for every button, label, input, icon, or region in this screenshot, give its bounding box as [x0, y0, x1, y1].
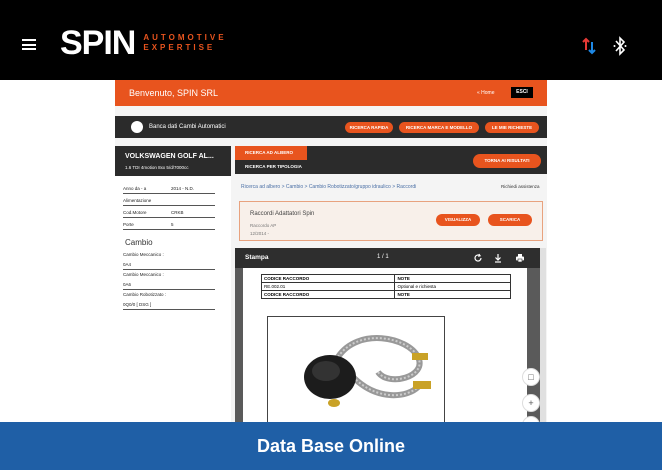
view-button[interactable]: VISUALIZZA: [436, 214, 480, 226]
table-row: CODICE RACCORDO NOTE: [260, 290, 511, 299]
app-top-bar: SPIN AUTOMOTIVE EXPERTISE: [0, 0, 662, 80]
gearbox-label: Cambio Meccanico :: [123, 252, 164, 257]
spec-value: 2014 - N.D.: [171, 186, 195, 191]
zoom-in-button[interactable]: +: [522, 394, 540, 412]
spec-row: Porte 5: [123, 222, 215, 230]
gearbox-label: Cambio Robotizzato :: [123, 292, 167, 297]
table-cell: NOTE: [394, 274, 511, 283]
vehicle-header: VOLKSWAGEN GOLF AL... 1.6 TDI 4motion 8x…: [115, 146, 231, 176]
adapter-part-image: [304, 335, 431, 407]
brand-model-search-button[interactable]: RICERCA MARCA E MODELLO: [399, 122, 479, 133]
vehicle-name: VOLKSWAGEN GOLF AL...: [125, 153, 214, 160]
my-requests-button[interactable]: LE MIE RICHIESTE: [485, 122, 539, 133]
scrollbar[interactable]: [540, 248, 546, 422]
quick-search-button[interactable]: RICERCA RAPIDA: [345, 122, 393, 133]
card-detail: Raccordo AP: [250, 223, 277, 228]
assistance-link[interactable]: Richiedi assistenza: [501, 184, 540, 189]
table-cell: RE.002.01: [260, 282, 396, 291]
spin-logo: SPIN AUTOMOTIVE EXPERTISE: [60, 26, 227, 60]
spec-row: Alimentazione: [123, 198, 215, 206]
bluetooth-icon[interactable]: [613, 36, 627, 56]
breadcrumb[interactable]: Ricerca ad albero > Cambio > Cambio Robo…: [241, 184, 416, 190]
table-row: CODICE RACCORDO NOTE: [260, 274, 511, 283]
viewer-page-indicator: 1 / 1: [377, 254, 389, 260]
footer-label: Data Base Online: [256, 436, 406, 456]
gearbox-heading: Cambio: [125, 238, 153, 247]
table-cell: CODICE RACCORDO: [260, 290, 396, 299]
spec-label: Cod.Motore: [123, 210, 147, 215]
web-app: Benvenuto, SPIN SRL « Home ESCI Banca da…: [115, 80, 547, 422]
spec-row: Cod.Motore CRKB: [123, 210, 215, 218]
app-nav-bar: Banca dati Cambi Automatici RICERCA RAPI…: [115, 116, 547, 138]
logo-tagline: AUTOMOTIVE EXPERTISE: [143, 33, 226, 53]
logo-tagline-line-2: EXPERTISE: [143, 43, 216, 52]
document-page: CODICE RACCORDO NOTE RE.002.01 Optional e …: [243, 268, 527, 422]
fit-page-button[interactable]: □: [522, 368, 540, 386]
menu-icon[interactable]: [22, 39, 36, 50]
viewer-title: Stampa: [245, 254, 269, 261]
logo-wordmark: SPIN: [60, 24, 136, 62]
vehicle-engine: 1.6 TDI 4motion 8xx 5/d/7000cc: [125, 165, 189, 170]
spec-value: CRKB: [171, 210, 184, 215]
back-to-results-button[interactable]: TORNA AI RISULTATI: [473, 154, 541, 168]
result-card: Raccordi Adattatori Spin Raccordo AP 12/…: [239, 201, 543, 241]
home-link[interactable]: « Home: [477, 90, 495, 96]
card-date: 12/2014 -: [250, 231, 270, 236]
sort-arrows-icon[interactable]: [582, 37, 596, 55]
search-tabs: RICERCA AD ALBERO RICERCA PER TIPOLOGIA …: [235, 146, 547, 174]
spec-label: Anno da - a: [123, 186, 147, 191]
table-cell: Optional e richiesta: [394, 282, 511, 291]
gearbox-value: 0Q0/0 [ DSG ]: [123, 302, 215, 310]
welcome-text: Benvenuto, SPIN SRL: [129, 88, 219, 98]
pdf-viewer: Stampa 1 / 1 CODICE RACCORDO NOTE RE.002.…: [235, 248, 541, 422]
viewer-toolbar: Stampa 1 / 1: [235, 248, 541, 268]
table-cell: NOTE: [394, 290, 511, 299]
spec-row: Anno da - a 2014 - N.D.: [123, 186, 215, 194]
spec-label: Porte: [123, 222, 134, 227]
nav-title: Banca dati Cambi Automatici: [149, 124, 226, 130]
download-button[interactable]: SCARICA: [488, 214, 532, 226]
print-icon[interactable]: [515, 253, 525, 263]
card-title: Raccordi Adattatori Spin: [250, 211, 315, 217]
table-row: RE.002.01 Optional e richiesta: [260, 282, 511, 291]
gearbox-label: Cambio Meccanico :: [123, 272, 164, 277]
spec-label: Alimentazione: [123, 198, 152, 203]
refresh-icon[interactable]: [473, 253, 483, 263]
app-header: Benvenuto, SPIN SRL « Home ESCI: [115, 80, 547, 106]
download-icon[interactable]: [493, 253, 503, 263]
gearbox-value: 0A4: [123, 262, 215, 270]
parts-table: CODICE RACCORDO NOTE RE.002.01 Optional e …: [260, 274, 511, 299]
vehicle-sidebar: VOLKSWAGEN GOLF AL... 1.6 TDI 4motion 8x…: [115, 146, 231, 422]
footer-banner: Data Base Online: [0, 422, 662, 470]
main-panel: RICERCA AD ALBERO RICERCA PER TIPOLOGIA …: [235, 146, 547, 422]
table-cell: CODICE RACCORDO: [260, 274, 396, 283]
exit-button[interactable]: ESCI: [511, 87, 533, 98]
spec-value: 5: [171, 222, 174, 227]
search-icon: [131, 121, 143, 133]
part-photo-frame: [267, 316, 445, 422]
gearbox-value: 0A6: [123, 282, 215, 290]
tab-type-search[interactable]: RICERCA PER TIPOLOGIA: [235, 160, 307, 174]
tab-tree-search[interactable]: RICERCA AD ALBERO: [235, 146, 307, 160]
logo-tagline-line-1: AUTOMOTIVE: [143, 33, 227, 42]
app-screenshot-area: Benvenuto, SPIN SRL « Home ESCI Banca da…: [0, 80, 662, 422]
